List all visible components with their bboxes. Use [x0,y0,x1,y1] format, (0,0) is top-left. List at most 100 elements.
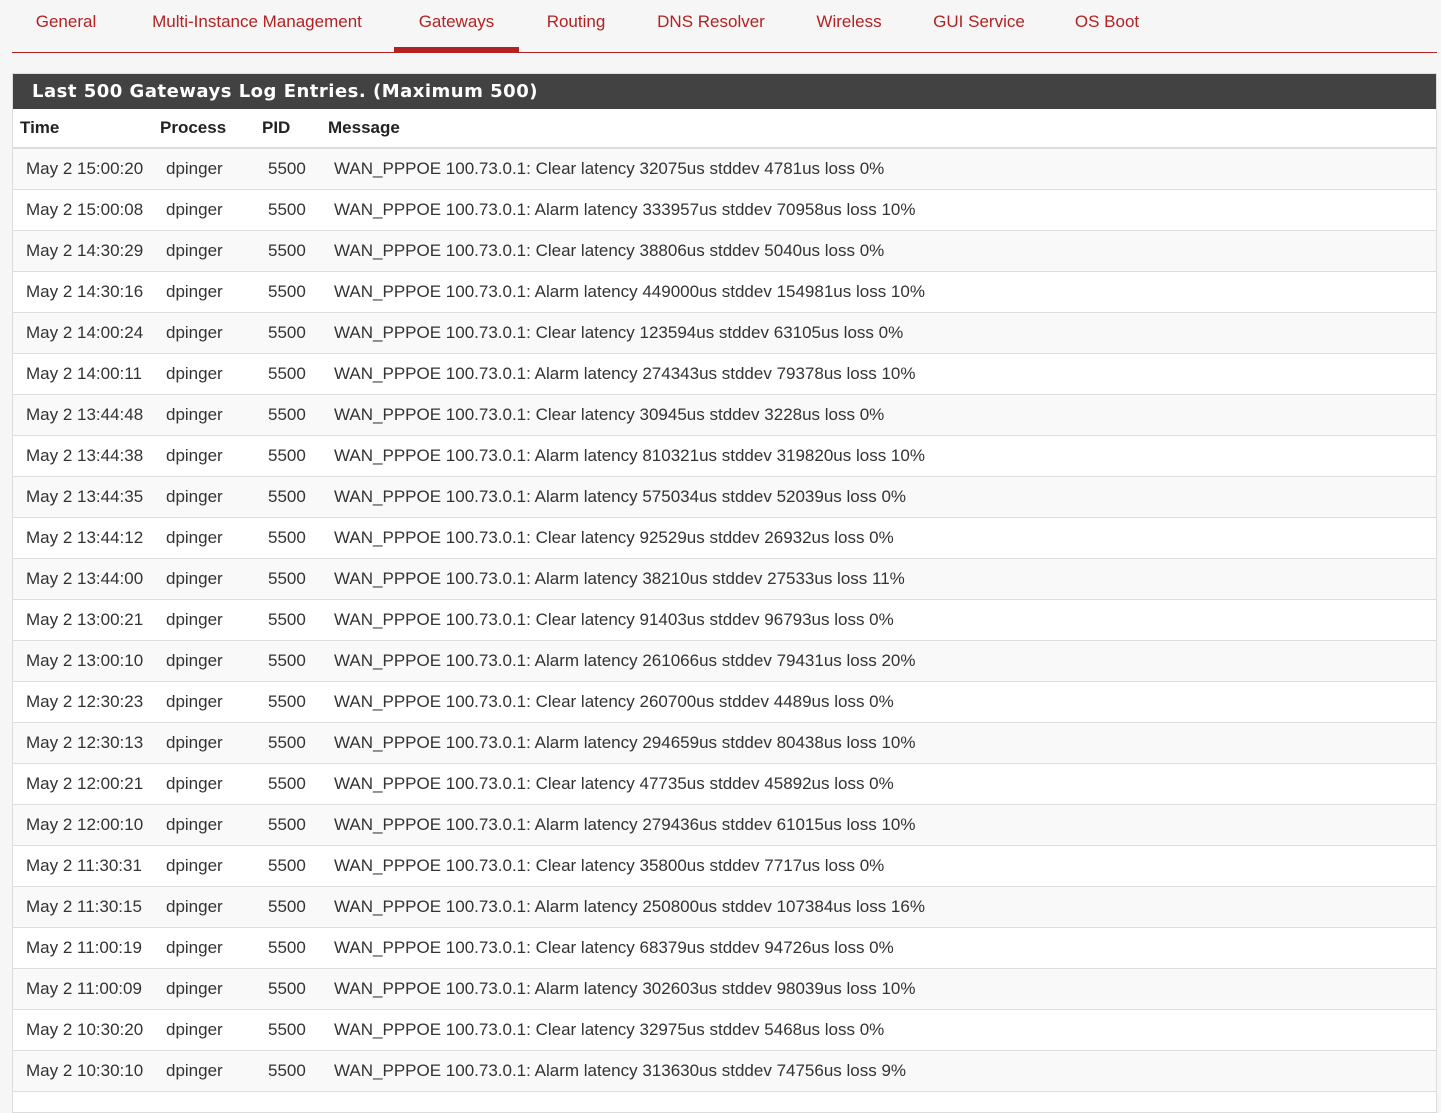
table-row: May 2 14:30:29 dpinger 5500 WAN_PPPOE 100.7… [13,231,1436,272]
row-pid: 5500 [268,938,306,957]
log-tabs-nav: General Multi-Instance Management Gatewa… [12,0,1437,53]
row-pid: 5500 [268,856,306,875]
row-process: dpinger [166,364,223,383]
table-row: May 2 12:30:23 dpinger 5500 WAN_PPPOE 100.7… [13,682,1436,723]
row-pid: 5500 [268,528,306,547]
row-time: May 2 12:00:10 [26,815,144,834]
row-process: dpinger [166,1061,223,1080]
row-message: WAN_PPPOE 100.73.0.1: Alarm latency 4490… [334,282,925,301]
row-process: dpinger [166,733,223,752]
table-row: May 2 15:00:20 dpinger 5500 WAN_PPPOE 100.7… [13,149,1436,190]
row-pid: 5500 [268,323,306,342]
tab-gateways[interactable]: Gateways [394,0,519,52]
row-pid: 5500 [268,692,306,711]
row-process: dpinger [166,487,223,506]
table-row: May 2 14:00:11 dpinger 5500 WAN_PPPOE 100.7… [13,354,1436,395]
tab-gui-service[interactable]: GUI Service [920,0,1038,52]
log-table-body: May 2 15:00:20 dpinger 5500 WAN_PPPOE 100.7… [13,149,1436,1092]
tab-routing[interactable]: Routing [525,0,627,52]
row-time: May 2 14:00:11 [26,364,142,383]
tab-general[interactable]: General [12,0,120,52]
row-process: dpinger [166,405,223,424]
row-time: May 2 13:44:00 [26,569,144,588]
row-process: dpinger [166,897,223,916]
row-pid: 5500 [268,733,306,752]
row-time: May 2 13:44:38 [26,446,144,465]
table-row: May 2 10:30:20 dpinger 5500 WAN_PPPOE 100.7… [13,1010,1436,1051]
row-time: May 2 11:00:09 [26,979,142,998]
table-row: May 2 13:44:48 dpinger 5500 WAN_PPPOE 100.7… [13,395,1436,436]
row-time: May 2 12:00:21 [26,774,144,793]
table-row: May 2 15:00:08 dpinger 5500 WAN_PPPOE 100.7… [13,190,1436,231]
row-time: May 2 15:00:20 [26,159,144,178]
row-pid: 5500 [268,1061,306,1080]
table-row: May 2 10:30:10 dpinger 5500 WAN_PPPOE 100.7… [13,1051,1436,1092]
row-message: WAN_PPPOE 100.73.0.1: Alarm latency 2794… [334,815,916,834]
row-message: WAN_PPPOE 100.73.0.1: Clear latency 2607… [334,692,894,711]
tab-wireless[interactable]: Wireless [798,0,900,52]
row-time: May 2 13:44:35 [26,487,144,506]
row-process: dpinger [166,1020,223,1039]
table-row: May 2 13:44:38 dpinger 5500 WAN_PPPOE 100.7… [13,436,1436,477]
row-process: dpinger [166,856,223,875]
row-time: May 2 11:30:31 [26,856,142,875]
row-process: dpinger [166,692,223,711]
row-message: WAN_PPPOE 100.73.0.1: Clear latency 3207… [334,159,885,178]
row-process: dpinger [166,651,223,670]
row-message: WAN_PPPOE 100.73.0.1: Alarm latency 2508… [334,897,925,916]
row-message: WAN_PPPOE 100.73.0.1: Alarm latency 3026… [334,979,916,998]
row-process: dpinger [166,282,223,301]
row-process: dpinger [166,938,223,957]
row-time: May 2 13:44:12 [26,528,144,547]
row-pid: 5500 [268,897,306,916]
row-pid: 5500 [268,979,306,998]
table-row: May 2 13:44:35 dpinger 5500 WAN_PPPOE 100.7… [13,477,1436,518]
row-pid: 5500 [268,282,306,301]
table-row: May 2 14:30:16 dpinger 5500 WAN_PPPOE 100.7… [13,272,1436,313]
table-row: May 2 13:44:12 dpinger 5500 WAN_PPPOE 100.7… [13,518,1436,559]
table-row: May 2 12:30:13 dpinger 5500 WAN_PPPOE 100.7… [13,723,1436,764]
header-pid: PID [262,118,291,137]
header-message: Message [328,118,400,137]
table-row: May 2 13:44:00 dpinger 5500 WAN_PPPOE 100.7… [13,559,1436,600]
row-pid: 5500 [268,241,306,260]
row-time: May 2 14:30:16 [26,282,144,301]
row-pid: 5500 [268,446,306,465]
table-header: Time Process PID Message [13,109,1436,149]
row-pid: 5500 [268,569,306,588]
table-row: May 2 11:00:19 dpinger 5500 WAN_PPPOE 100.7… [13,928,1436,969]
row-message: WAN_PPPOE 100.73.0.1: Alarm latency 5750… [334,487,907,506]
row-time: May 2 10:30:10 [26,1061,144,1080]
row-process: dpinger [166,159,223,178]
row-pid: 5500 [268,487,306,506]
row-process: dpinger [166,610,223,629]
row-pid: 5500 [268,774,306,793]
table-row: May 2 11:30:15 dpinger 5500 WAN_PPPOE 100.7… [13,887,1436,928]
row-pid: 5500 [268,159,306,178]
row-message: WAN_PPPOE 100.73.0.1: Alarm latency 2743… [334,364,916,383]
tab-multi-instance-management[interactable]: Multi-Instance Management [134,0,380,52]
row-message: WAN_PPPOE 100.73.0.1: Alarm latency 2610… [334,651,916,670]
tab-os-boot[interactable]: OS Boot [1058,0,1156,52]
row-message: WAN_PPPOE 100.73.0.1: Clear latency 1235… [334,323,904,342]
row-process: dpinger [166,815,223,834]
row-process: dpinger [166,774,223,793]
row-time: May 2 14:00:24 [26,323,144,342]
row-time: May 2 14:30:29 [26,241,144,260]
tab-dns-resolver[interactable]: DNS Resolver [642,0,780,52]
table-row: May 2 12:00:21 dpinger 5500 WAN_PPPOE 100.7… [13,764,1436,805]
row-message: WAN_PPPOE 100.73.0.1: Alarm latency 8103… [334,446,925,465]
table-row: May 2 14:00:24 dpinger 5500 WAN_PPPOE 100.7… [13,313,1436,354]
row-pid: 5500 [268,815,306,834]
row-message: WAN_PPPOE 100.73.0.1: Alarm latency 3821… [334,569,905,588]
table-row: May 2 11:30:31 dpinger 5500 WAN_PPPOE 100.7… [13,846,1436,887]
table-row: May 2 11:00:09 dpinger 5500 WAN_PPPOE 100.7… [13,969,1436,1010]
row-message: WAN_PPPOE 100.73.0.1: Alarm latency 2946… [334,733,916,752]
row-process: dpinger [166,569,223,588]
row-pid: 5500 [268,1020,306,1039]
row-time: May 2 13:00:10 [26,651,144,670]
panel-title: Last 500 Gateways Log Entries. (Maximum … [13,74,1436,109]
row-process: dpinger [166,979,223,998]
row-message: WAN_PPPOE 100.73.0.1: Clear latency 9140… [334,610,894,629]
row-process: dpinger [166,241,223,260]
